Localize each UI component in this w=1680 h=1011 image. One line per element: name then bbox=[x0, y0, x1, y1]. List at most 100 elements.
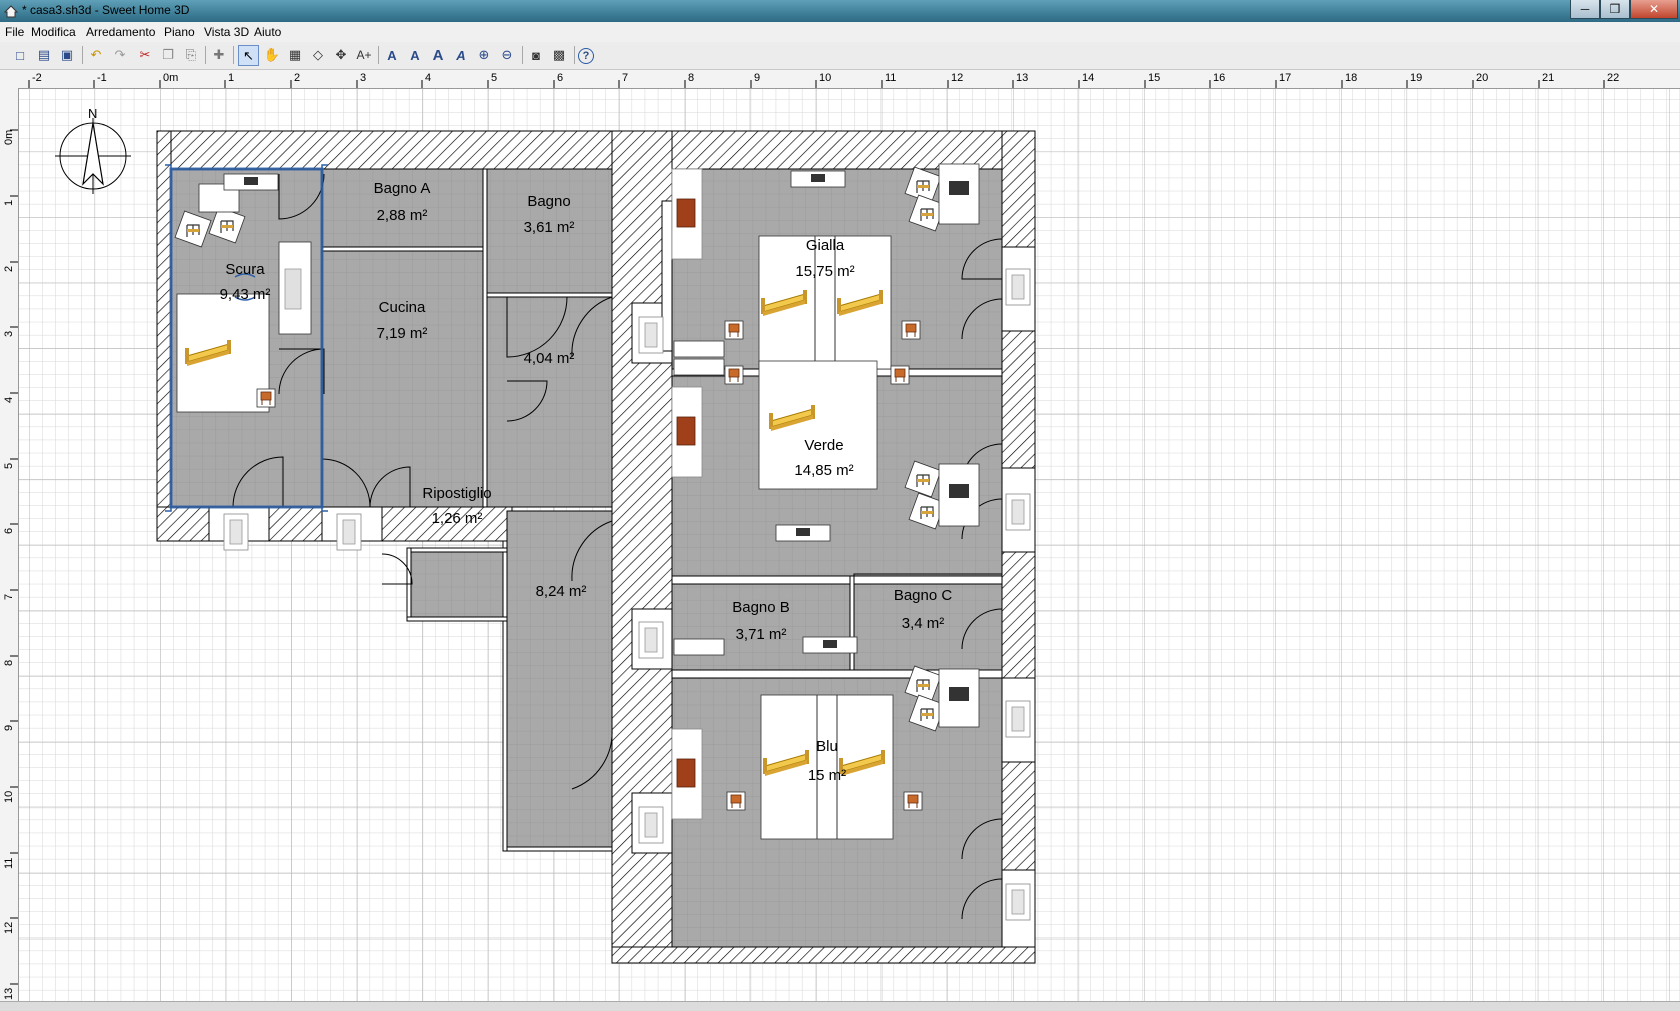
room-name-label[interactable]: Bagno C bbox=[894, 587, 953, 604]
maximize-button[interactable]: ❒ bbox=[1600, 0, 1630, 19]
ruler-h-tick: 9 bbox=[750, 72, 760, 88]
wardrobe-icon[interactable] bbox=[671, 168, 703, 260]
room-name-label[interactable]: Gialla bbox=[806, 237, 845, 254]
horizontal-ruler[interactable]: -2 -1 0m 1 2 3 4 5 6 7 8 9 10 11 12 13 1… bbox=[0, 70, 1680, 89]
room-floor[interactable] bbox=[486, 296, 613, 508]
create-photo-icon[interactable]: ◙ bbox=[526, 45, 546, 65]
zoom-in-icon[interactable]: ⊕ bbox=[474, 45, 494, 65]
zoom-out-icon[interactable]: ⊖ bbox=[497, 45, 517, 65]
select-mode-icon[interactable]: ↖ bbox=[238, 45, 259, 66]
wardrobe-icon[interactable] bbox=[671, 386, 703, 478]
menu-vista-3d[interactable]: Vista 3D bbox=[204, 25, 249, 39]
nightstand-icon[interactable] bbox=[726, 791, 746, 811]
room-name-label[interactable]: Bagno B bbox=[732, 599, 790, 616]
nightstand-icon[interactable] bbox=[256, 388, 276, 408]
room-area-label[interactable]: 7,19 m² bbox=[377, 325, 428, 342]
tv-stand-icon[interactable] bbox=[802, 636, 858, 654]
svg-text:11: 11 bbox=[3, 858, 15, 869]
undo-icon[interactable]: ↶ bbox=[86, 45, 106, 65]
create-rooms-icon[interactable]: ◇ bbox=[308, 45, 328, 65]
open-icon[interactable]: ▤ bbox=[34, 45, 54, 65]
menu-aiuto[interactable]: Aiuto bbox=[254, 25, 281, 39]
create-video-icon[interactable]: ▩ bbox=[549, 45, 569, 65]
ruler-h-tick: -2 bbox=[28, 72, 42, 88]
room-area-label[interactable]: 9,43 m² bbox=[220, 286, 271, 303]
nightstand-icon[interactable] bbox=[901, 320, 921, 340]
tv-stand-icon[interactable] bbox=[775, 524, 831, 542]
room-floor[interactable] bbox=[410, 551, 504, 618]
room-area-label[interactable]: 4,04 m² bbox=[524, 350, 575, 367]
room-name-label[interactable]: Bagno A bbox=[374, 180, 431, 197]
window-icon[interactable] bbox=[638, 316, 664, 354]
window-icon[interactable] bbox=[1005, 493, 1031, 531]
nightstand-icon[interactable] bbox=[724, 320, 744, 340]
nightstand-icon[interactable] bbox=[903, 791, 923, 811]
plan-view[interactable]: N Scura 9,43 m² Bagno A 2,88 m² Bagno 3,… bbox=[19, 89, 1680, 1001]
room-name-label[interactable]: Ripostiglio bbox=[422, 485, 491, 502]
redo-icon[interactable]: ↷ bbox=[110, 45, 130, 65]
ruler-h-tick: 19 bbox=[1406, 72, 1422, 88]
menu-piano[interactable]: Piano bbox=[164, 25, 195, 39]
ruler-h-tick: 4 bbox=[421, 72, 431, 88]
svg-text:10: 10 bbox=[819, 72, 831, 84]
room-name-label[interactable]: Scura bbox=[225, 261, 265, 278]
room-area-label[interactable]: 15 m² bbox=[808, 767, 846, 784]
menu-file[interactable]: File bbox=[5, 25, 24, 39]
nightstand-icon[interactable] bbox=[724, 365, 744, 385]
window-icon[interactable] bbox=[638, 621, 664, 659]
add-furniture-icon[interactable]: ✚ bbox=[209, 45, 229, 65]
copy-icon[interactable]: ❐ bbox=[158, 45, 178, 65]
tv-stand-icon[interactable] bbox=[790, 170, 846, 188]
window-icon[interactable] bbox=[1005, 700, 1031, 738]
room-area-label[interactable]: 2,88 m² bbox=[377, 207, 428, 224]
cut-icon[interactable]: ✂ bbox=[135, 45, 155, 65]
room-area-label[interactable]: 3,71 m² bbox=[736, 626, 787, 643]
create-dimensions-icon[interactable]: ✥ bbox=[331, 45, 351, 65]
pan-mode-icon[interactable]: ✋ bbox=[262, 45, 282, 65]
room-area-label[interactable]: 3,61 m² bbox=[524, 219, 575, 236]
ruler-h-tick: 6 bbox=[553, 72, 563, 88]
svg-text:6: 6 bbox=[557, 72, 563, 84]
room-name-label[interactable]: Verde bbox=[804, 437, 843, 454]
paste-icon[interactable]: ⎘ bbox=[181, 45, 201, 65]
create-walls-icon[interactable]: ▦ bbox=[285, 45, 305, 65]
add-text-icon[interactable]: A+ bbox=[354, 45, 374, 65]
italic-text-icon[interactable]: A bbox=[451, 45, 471, 65]
ruler-h-tick: 18 bbox=[1341, 72, 1357, 88]
room-name-label[interactable]: Bagno bbox=[527, 193, 570, 210]
menu-modifica[interactable]: Modifica bbox=[31, 25, 76, 39]
increase-text-size-icon[interactable]: A bbox=[405, 45, 425, 65]
tv-stand-icon[interactable] bbox=[223, 173, 279, 191]
decrease-text-size-icon[interactable]: A bbox=[428, 45, 448, 65]
menu-arredamento[interactable]: Arredamento bbox=[86, 25, 155, 39]
window-icon[interactable] bbox=[336, 513, 362, 551]
window-icon[interactable] bbox=[1005, 268, 1031, 306]
room-floor[interactable] bbox=[321, 250, 484, 508]
window-icon[interactable] bbox=[638, 806, 664, 844]
wardrobe-icon[interactable] bbox=[671, 728, 703, 820]
svg-text:15: 15 bbox=[1148, 72, 1160, 84]
close-button[interactable]: ✕ bbox=[1630, 0, 1678, 19]
room-area-label[interactable]: 15,75 m² bbox=[795, 263, 854, 280]
ruler-h-tick: 22 bbox=[1603, 72, 1619, 88]
room-name-label[interactable]: Blu bbox=[816, 738, 838, 755]
room-name-label[interactable]: Cucina bbox=[379, 299, 426, 316]
room-area-label[interactable]: 3,4 m² bbox=[902, 615, 945, 632]
window-icon[interactable] bbox=[223, 513, 249, 551]
svg-text:11: 11 bbox=[885, 72, 896, 84]
minimize-button[interactable]: ─ bbox=[1570, 0, 1600, 19]
nightstand-icon[interactable] bbox=[890, 365, 910, 385]
room-area-label[interactable]: 14,85 m² bbox=[794, 462, 853, 479]
room-area-label[interactable]: 8,24 m² bbox=[536, 583, 587, 600]
svg-text:10: 10 bbox=[3, 791, 15, 803]
new-home-icon[interactable]: □ bbox=[10, 45, 30, 65]
room-area-label[interactable]: 1,26 m² bbox=[432, 510, 483, 527]
modify-text-style-icon[interactable]: A bbox=[382, 45, 402, 65]
room-floor[interactable] bbox=[506, 510, 613, 848]
ruler-v-tick: 10 bbox=[3, 786, 18, 803]
vertical-ruler[interactable]: 0m 1 2 3 4 5 6 7 8 9 10 11 12 13 bbox=[0, 88, 19, 1010]
save-icon[interactable]: ▣ bbox=[57, 45, 77, 65]
window-icon[interactable] bbox=[1005, 883, 1031, 921]
ruler-h-tick: 21 bbox=[1538, 72, 1554, 88]
help-icon[interactable]: ? bbox=[578, 48, 594, 64]
